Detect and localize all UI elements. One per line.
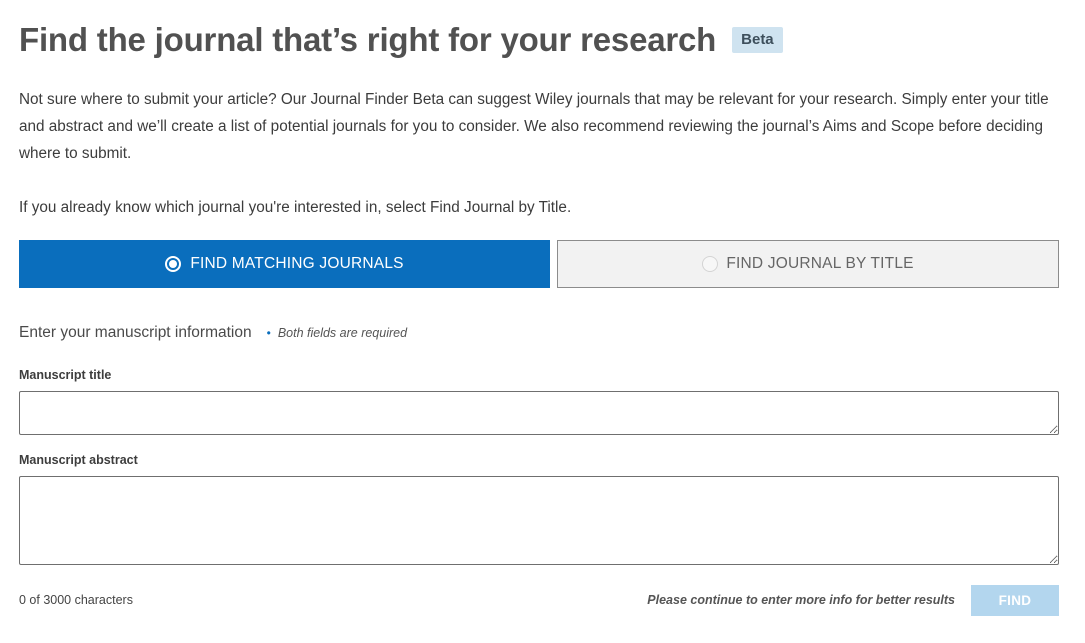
find-matching-journals-label: FIND MATCHING JOURNALS bbox=[190, 255, 404, 272]
intro-paragraph: Not sure where to submit your article? O… bbox=[19, 91, 1049, 162]
find-journal-by-title-button[interactable]: FIND JOURNAL BY TITLE bbox=[557, 240, 1059, 288]
page-header: Find the journal that’s right for your r… bbox=[19, 20, 783, 60]
required-bullet-icon: • bbox=[266, 326, 271, 340]
manuscript-title-input[interactable] bbox=[19, 391, 1059, 435]
manuscript-section-header: Enter your manuscript information • Both… bbox=[19, 324, 407, 342]
find-matching-journals-button[interactable]: FIND MATCHING JOURNALS bbox=[19, 240, 550, 288]
manuscript-title-label: Manuscript title bbox=[19, 368, 112, 382]
page-title: Find the journal that’s right for your r… bbox=[19, 21, 717, 58]
results-hint: Please continue to enter more info for b… bbox=[647, 593, 955, 607]
radio-unselected-icon bbox=[702, 256, 719, 272]
find-journal-by-title-label: FIND JOURNAL BY TITLE bbox=[726, 255, 914, 272]
beta-badge: Beta bbox=[732, 27, 783, 53]
manuscript-abstract-label: Manuscript abstract bbox=[19, 453, 138, 467]
section-label: Enter your manuscript information bbox=[19, 324, 252, 341]
radio-selected-icon bbox=[165, 256, 182, 272]
find-button[interactable]: FIND bbox=[971, 585, 1059, 616]
required-note: Both fields are required bbox=[277, 326, 408, 340]
manuscript-abstract-input[interactable] bbox=[19, 476, 1059, 565]
character-count: 0 of 3000 characters bbox=[19, 593, 133, 607]
intro-hint: If you already know which journal you're… bbox=[19, 199, 572, 216]
